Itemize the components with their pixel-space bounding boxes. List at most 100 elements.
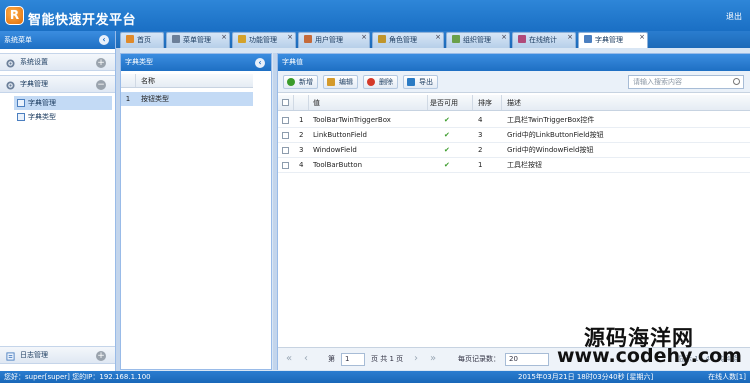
page-icon <box>17 113 25 121</box>
collapse-left-icon[interactable]: ‹ <box>255 58 265 68</box>
toolbar: 新增 编辑 删除 导出 请输入搜索内容 <box>278 71 750 93</box>
search-input[interactable]: 请输入搜索内容 <box>628 75 744 89</box>
search-icon[interactable] <box>733 78 740 85</box>
table-row[interactable]: 3 WindowField ✔ 2 Grid中的WindowField按钮 <box>278 143 750 158</box>
value-cell: LinkButtonField <box>313 131 367 139</box>
check-icon: ✔ <box>444 146 450 154</box>
sidebar-group-label: 日志管理 <box>20 351 48 359</box>
column-header-available[interactable]: 是否可用 <box>430 95 458 111</box>
sidebar-group-label: 系统设置 <box>20 58 48 66</box>
last-page-icon[interactable]: » <box>430 348 436 370</box>
value-cell: ToolBarButton <box>313 161 363 169</box>
close-icon[interactable]: × <box>361 30 367 44</box>
status-bar: 您好：super[super] 您的IP：192.168.1.100 2015年… <box>0 371 750 383</box>
dict-type-header: 字典类型 ‹ <box>121 54 271 71</box>
row-number: 2 <box>299 131 304 139</box>
close-icon[interactable]: × <box>287 30 293 44</box>
logout-link[interactable]: 退出 <box>726 11 742 22</box>
add-icon <box>287 78 295 86</box>
close-icon[interactable]: × <box>221 30 227 44</box>
expand-plus-icon[interactable]: + <box>96 351 106 361</box>
row-checkbox[interactable] <box>282 117 289 124</box>
prev-page-icon[interactable]: ‹ <box>304 348 308 370</box>
column-divider <box>293 95 294 110</box>
edit-button[interactable]: 编辑 <box>323 75 358 89</box>
search-placeholder: 请输入搜索内容 <box>633 78 682 86</box>
collapse-minus-icon[interactable]: − <box>96 80 106 90</box>
tab-org-management[interactable]: 组织管理 × <box>446 32 510 48</box>
tab-label: 用户管理 <box>315 36 343 44</box>
table-row[interactable]: 1 按钮类型 <box>121 92 253 106</box>
tab-user-management[interactable]: 用户管理 × <box>298 32 370 48</box>
tab-label: 首页 <box>137 36 151 44</box>
type-name-cell: 按钮类型 <box>141 95 169 103</box>
row-checkbox[interactable] <box>282 147 289 154</box>
desc-cell: Grid中的WindowField按钮 <box>507 146 594 154</box>
tab-role-management[interactable]: 角色管理 × <box>372 32 444 48</box>
table-row[interactable]: 4 ToolBarButton ✔ 1 工具栏按钮 <box>278 158 750 173</box>
tab-label: 角色管理 <box>389 36 417 44</box>
sidebar-group-system-settings[interactable]: 系统设置 + <box>0 53 115 71</box>
check-icon: ✔ <box>444 131 450 139</box>
order-cell: 4 <box>478 116 483 124</box>
column-header-value[interactable]: 值 <box>313 95 320 111</box>
sidebar-item-dict-type[interactable]: 字典类型 <box>14 110 112 124</box>
tab-strip: 首页 菜单管理 × 功能管理 × 用户管理 × 角色管理 × 组织管理 × 在线统计 × 字… <box>116 31 750 48</box>
close-icon[interactable]: × <box>567 30 573 44</box>
stats-icon <box>518 35 526 43</box>
table-row[interactable]: 2 LinkButtonField ✔ 3 Grid中的LinkButtonFi… <box>278 128 750 143</box>
close-icon[interactable]: × <box>639 30 645 44</box>
next-page-icon[interactable]: › <box>414 348 418 370</box>
log-icon <box>6 351 15 361</box>
delete-button[interactable]: 删除 <box>363 75 398 89</box>
sidebar-group-dict-management[interactable]: 字典管理 − <box>0 75 115 93</box>
menu-list-icon <box>172 35 180 43</box>
tab-home[interactable]: 首页 <box>120 32 164 48</box>
column-divider <box>501 95 502 110</box>
column-header-order[interactable]: 排序 <box>478 95 492 111</box>
user-icon <box>304 35 312 43</box>
sidebar-item-dict-management[interactable]: 字典管理 <box>14 96 112 110</box>
page-icon <box>17 99 25 107</box>
row-checkbox[interactable] <box>282 132 289 139</box>
add-button[interactable]: 新增 <box>283 75 318 89</box>
column-divider <box>308 95 309 110</box>
tab-menu-management[interactable]: 菜单管理 × <box>166 32 230 48</box>
close-icon[interactable]: × <box>501 30 507 44</box>
order-cell: 2 <box>478 146 483 154</box>
sidebar-item-label: 字典类型 <box>28 113 56 121</box>
type-grid-header: 名称 <box>121 74 253 88</box>
row-checkbox[interactable] <box>282 162 289 169</box>
order-cell: 1 <box>478 161 483 169</box>
value-grid-header: 值 是否可用 排序 描述 <box>278 95 750 111</box>
tab-online-stats[interactable]: 在线统计 × <box>512 32 576 48</box>
delete-icon <box>367 78 375 86</box>
app-header: R 智能快速开发平台 退出 <box>0 0 750 31</box>
page-number-input[interactable]: 1 <box>341 353 365 366</box>
tab-dict-management[interactable]: 字典管理 × <box>578 32 648 48</box>
row-number: 3 <box>299 146 304 154</box>
page-total: 页 共 1 页 <box>371 355 404 363</box>
check-icon: ✔ <box>444 161 450 169</box>
dict-type-panel: 字典类型 ‹ 名称 1 按钮类型 <box>120 53 272 370</box>
export-button[interactable]: 导出 <box>403 75 438 89</box>
edit-icon <box>327 78 335 86</box>
sidebar-header: 系统菜单 ‹ <box>0 31 115 49</box>
panel-title: 字典值 <box>282 58 303 66</box>
per-page-select[interactable]: 20 <box>505 353 549 366</box>
column-header-name[interactable]: 名称 <box>141 74 155 88</box>
tab-label: 功能管理 <box>249 36 277 44</box>
sidebar-title: 系统菜单 <box>4 36 32 44</box>
column-header-desc[interactable]: 描述 <box>507 95 521 111</box>
first-page-icon[interactable]: « <box>286 348 292 370</box>
close-icon[interactable]: × <box>435 30 441 44</box>
tab-function-management[interactable]: 功能管理 × <box>232 32 296 48</box>
sidebar-group-log-management[interactable]: 日志管理 + <box>0 346 115 364</box>
select-all-checkbox[interactable] <box>282 99 289 106</box>
panel-title: 字典类型 <box>125 58 153 66</box>
table-row[interactable]: 1 ToolBarTwinTriggerBox ✔ 4 工具栏TwinTrigg… <box>278 113 750 128</box>
tab-label: 在线统计 <box>529 36 557 44</box>
expand-plus-icon[interactable]: + <box>96 58 106 68</box>
online-count: 在线人数[1] <box>708 373 746 381</box>
collapse-left-icon[interactable]: ‹ <box>99 35 109 45</box>
